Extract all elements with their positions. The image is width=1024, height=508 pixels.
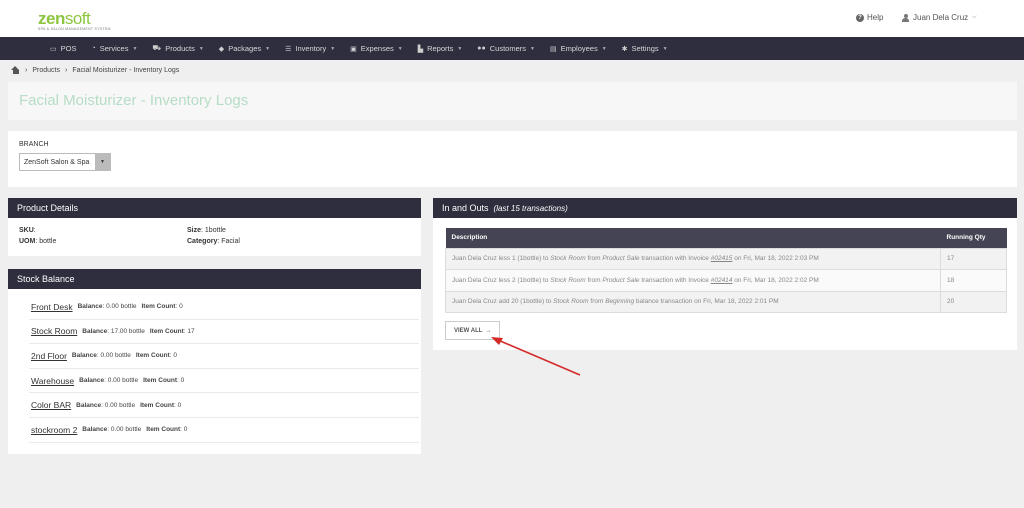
table-row: Juan Dela Cruz less 1 (1bottle) to Stock… xyxy=(445,247,1007,270)
col-running-qty: Running Qty xyxy=(940,228,1007,248)
logo-tagline: SPA & SALON MANAGEMENT SYSTEM xyxy=(38,27,111,31)
services-icon: ◔ xyxy=(91,45,96,52)
stock-location-link[interactable]: Color BAR xyxy=(31,400,71,410)
nav-products[interactable]: ⛟ Products ▼ xyxy=(152,44,203,53)
category-field: Category: Facial xyxy=(187,238,240,245)
main-nav: ▭ POS ◔ Services ▼ ⛟ Products ▼ ◆ Packag… xyxy=(0,37,1024,60)
top-bar: zensoft SPA & SALON MANAGEMENT SYSTEM ? … xyxy=(0,0,1024,37)
view-all-button[interactable]: VIEW ALL → xyxy=(445,321,501,340)
running-qty: 17 xyxy=(940,247,1007,270)
title-panel: Facial Moisturizer - Inventory Logs xyxy=(8,82,1017,120)
running-qty: 20 xyxy=(940,290,1007,313)
stock-row: Front Desk Balance: 0.00 bottle Item Cou… xyxy=(29,295,419,320)
dropdown-caret-icon[interactable]: ▼ xyxy=(95,154,110,170)
stock-location-link[interactable]: Front Desk xyxy=(31,302,73,312)
size-field: Size: 1bottle xyxy=(187,227,226,234)
branch-selected-value: ZenSoft Salon & Spa xyxy=(24,158,90,166)
stock-balance-title: Stock Balance xyxy=(8,269,421,289)
expenses-icon: ▣ xyxy=(350,45,357,53)
table-header-row: Description Running Qty xyxy=(445,228,1007,248)
nav-reports[interactable]: ▙ Reports ▼ xyxy=(418,44,463,53)
branch-select[interactable]: ZenSoft Salon & Spa ▼ xyxy=(19,153,111,171)
stock-location-link[interactable]: Stock Room xyxy=(31,326,77,336)
products-icon: ⛟ xyxy=(152,45,162,52)
uom-field: UOM: bottle xyxy=(19,238,57,245)
chevron-down-icon: ▼ xyxy=(198,45,204,52)
nav-expenses[interactable]: ▣ Expenses ▼ xyxy=(350,44,403,53)
breadcrumb-products[interactable]: Products xyxy=(32,67,60,74)
chevron-down-icon: ▼ xyxy=(530,45,535,52)
nav-packages[interactable]: ◆ Packages ▼ xyxy=(219,44,270,53)
help-label: Help xyxy=(867,13,884,22)
pos-icon: ▭ xyxy=(50,45,57,53)
chevron-right-icon: › xyxy=(25,66,28,74)
chevron-down-icon: ▼ xyxy=(662,45,668,52)
stock-row: Color BAR Balance: 0.00 bottle Item Coun… xyxy=(29,393,419,418)
nav-pos[interactable]: ▭ POS xyxy=(50,44,76,53)
home-icon[interactable] xyxy=(11,66,20,74)
nav-settings[interactable]: ✱ Settings ▼ xyxy=(622,44,668,53)
zensoft-logo[interactable]: zensoft SPA & SALON MANAGEMENT SYSTEM xyxy=(38,9,111,31)
nav-inventory[interactable]: ☰ Inventory ▼ xyxy=(285,44,335,53)
chevron-down-icon: ▼ xyxy=(132,45,138,52)
page-title: Facial Moisturizer - Inventory Logs xyxy=(19,92,249,109)
in-outs-subtitle: (last 15 transactions) xyxy=(493,203,568,213)
chevron-down-icon: ⌵ xyxy=(972,14,977,20)
in-outs-header: In and Outs (last 15 transactions) xyxy=(433,198,1017,218)
employees-icon: ▤ xyxy=(549,45,557,53)
user-name: Juan Dela Cruz xyxy=(913,13,969,22)
nav-services[interactable]: ◔ Services ▼ xyxy=(91,44,137,53)
arrow-right-icon: → xyxy=(485,327,492,334)
stock-location-link[interactable]: 2nd Floor xyxy=(31,351,67,361)
product-details-title: Product Details xyxy=(8,198,421,218)
invoice-link[interactable]: #02415 xyxy=(711,255,733,262)
breadcrumb: › Products › Facial Moisturizer - Invent… xyxy=(11,66,179,74)
breadcrumb-current: Facial Moisturizer - Inventory Logs xyxy=(72,66,180,74)
chevron-down-icon: ▼ xyxy=(397,45,403,52)
stock-row: Stock Room Balance: 17.00 bottle Item Co… xyxy=(29,320,419,345)
nav-customers[interactable]: ●● Customers ▼ xyxy=(477,44,535,53)
product-details-panel: Product Details SKU: Size: 1bottle UOM: … xyxy=(8,198,421,256)
transaction-description: Juan Dela Cruz less 1 (1bottle) to Stock… xyxy=(445,247,941,270)
in-outs-panel: In and Outs (last 15 transactions) Descr… xyxy=(433,198,1017,350)
user-icon xyxy=(902,13,909,22)
packages-icon: ◆ xyxy=(218,45,225,53)
col-description: Description xyxy=(445,228,941,248)
nav-employees[interactable]: ▤ Employees ▼ xyxy=(550,44,607,53)
view-all-label: VIEW ALL xyxy=(454,327,483,334)
in-outs-title: In and Outs xyxy=(442,203,489,213)
settings-icon: ✱ xyxy=(621,45,628,53)
stock-balance-panel: Stock Balance Front Desk Balance: 0.00 b… xyxy=(8,269,421,454)
stock-row: 2nd Floor Balance: 0.00 bottle Item Coun… xyxy=(29,344,419,369)
stock-row: stockroom 2 Balance: 0.00 bottle Item Co… xyxy=(29,418,419,443)
stock-row: Warehouse Balance: 0.00 bottle Item Coun… xyxy=(29,369,419,394)
stock-location-link[interactable]: Warehouse xyxy=(31,376,74,386)
chevron-down-icon: ▼ xyxy=(601,45,607,52)
branch-panel: BRANCH ZenSoft Salon & Spa ▼ xyxy=(8,131,1017,187)
user-menu[interactable]: Juan Dela Cruz ⌵ xyxy=(902,13,977,22)
chevron-right-icon: › xyxy=(64,66,68,74)
chevron-down-icon: ▼ xyxy=(457,45,463,52)
sku-field: SKU: xyxy=(19,227,36,234)
transaction-description: Juan Dela Cruz less 2 (1bottle) to Stock… xyxy=(445,269,941,292)
reports-icon: ▙ xyxy=(417,45,424,53)
running-qty: 18 xyxy=(940,269,1007,292)
transactions-table: Description Running Qty Juan Dela Cruz l… xyxy=(445,228,1007,313)
stock-location-link[interactable]: stockroom 2 xyxy=(31,425,77,435)
branch-label: BRANCH xyxy=(19,141,49,148)
help-link[interactable]: ? Help xyxy=(856,13,883,22)
invoice-link[interactable]: #02414 xyxy=(711,277,733,284)
chevron-down-icon: ▼ xyxy=(265,45,271,52)
transaction-description: Juan Dela Cruz add 20 (1bottle) to Stock… xyxy=(445,290,941,313)
inventory-icon: ☰ xyxy=(285,45,292,53)
chevron-down-icon: ▼ xyxy=(330,45,336,52)
table-row: Juan Dela Cruz add 20 (1bottle) to Stock… xyxy=(445,290,1007,313)
table-row: Juan Dela Cruz less 2 (1bottle) to Stock… xyxy=(445,269,1007,292)
question-circle-icon: ? xyxy=(856,13,864,22)
customers-icon: ●● xyxy=(477,45,486,52)
